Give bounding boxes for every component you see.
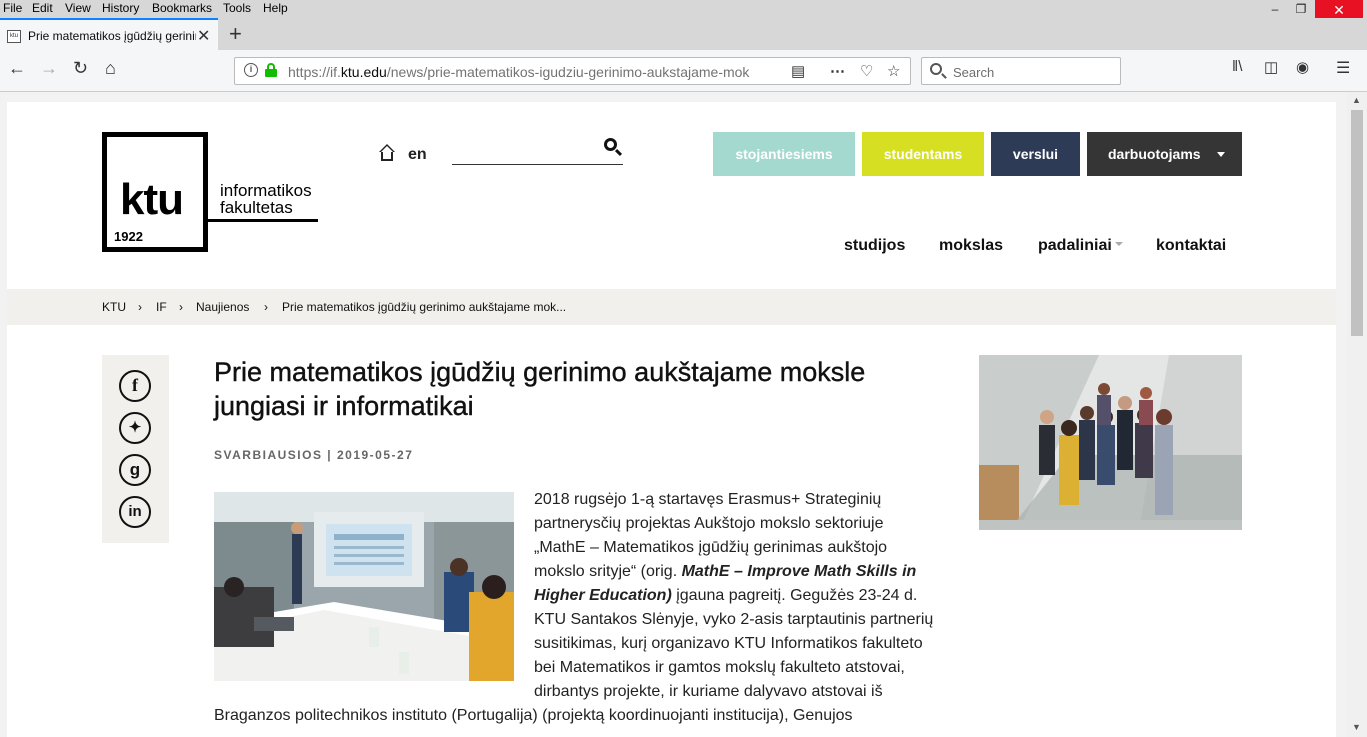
browser-search-input[interactable]: Search: [921, 57, 1121, 85]
breadcrumb-if[interactable]: IF: [156, 300, 167, 314]
twitter-icon[interactable]: ✦: [119, 412, 151, 444]
menu-bar: File Edit View History Bookmarks Tools H…: [0, 0, 1367, 20]
article-paragraph-line: susitikimas, kurį organizavo KTU Informa…: [534, 635, 923, 652]
logo-line-1: informatikos: [220, 181, 312, 200]
menu-tools[interactable]: Tools: [223, 1, 251, 15]
breadcrumb: KTU › IF › Naujienos › Prie matematikos …: [7, 289, 1336, 325]
logo-ktu-text: ktu: [120, 175, 184, 224]
article-paragraph-line: 2018 rugsėjo 1-ą startavęs Erasmus+ Stra…: [534, 491, 882, 508]
google-plus-icon[interactable]: g: [119, 454, 151, 486]
ktu-logo[interactable]: ktu 1922: [102, 132, 208, 252]
active-tab[interactable]: ktu Prie matematikos įgūdžių gerinimo au…: [0, 18, 218, 50]
studentams-button[interactable]: studentams: [862, 132, 984, 176]
article-paragraph-line: mokslo srityje“ (orig. MathE – Improve M…: [534, 560, 916, 584]
linkedin-icon[interactable]: in: [119, 496, 151, 528]
site-container: ktu 1922 informatikos fakultetas en stoj…: [7, 102, 1336, 737]
library-icon[interactable]: ‖\: [1232, 58, 1242, 75]
article-paragraph-line: KTU Santakos Slėnyje, vyko 2-asis tarpta…: [534, 611, 934, 628]
breadcrumb-separator-icon: ›: [264, 300, 268, 314]
site-home-icon[interactable]: [378, 144, 396, 162]
article-title-line-1: Prie matematikos įgūdžių gerinimo aukšta…: [214, 357, 866, 387]
article-photo-meeting[interactable]: [214, 492, 514, 681]
stojantiesiems-button[interactable]: stojantiesiems: [713, 132, 855, 176]
close-tab-icon[interactable]: ✕: [197, 26, 210, 46]
bookmark-star-icon[interactable]: ☆: [887, 62, 900, 80]
article-paragraph-line: partnerysčių projektas Aukštojo mokslo s…: [534, 515, 884, 532]
breadcrumb-naujienos[interactable]: Naujienos: [196, 300, 249, 314]
article-title-line-2: jungiasi ir informatikai: [214, 391, 474, 421]
language-switch[interactable]: en: [408, 146, 427, 164]
url-text[interactable]: https://if.ktu.edu/news/prie-matematikos…: [288, 64, 758, 80]
search-placeholder: Search: [953, 65, 995, 80]
breadcrumb-separator-icon: ›: [138, 300, 142, 314]
url-bar[interactable]: i https://if.ktu.edu/news/prie-matematik…: [234, 57, 911, 85]
sidebar-icon[interactable]: ◫: [1264, 58, 1278, 76]
article-meta: SVARBIAUSIOS | 2019-05-27: [214, 448, 414, 462]
article-title: Prie matematikos įgūdžių gerinimo aukšta…: [214, 355, 934, 423]
share-panel: f ✦ g in: [102, 355, 169, 543]
site-search-input[interactable]: [452, 132, 623, 165]
logo-year: 1922: [114, 229, 143, 244]
chevron-down-icon: [1114, 241, 1123, 246]
scroll-down-icon[interactable]: ▼: [1352, 722, 1361, 732]
nav-padaliniai[interactable]: padaliniai: [1038, 237, 1123, 255]
nav-mokslas[interactable]: mokslas: [939, 237, 1003, 255]
logo-faculty-name: informatikos fakultetas: [220, 182, 312, 216]
paragraph-text: įgauna pagreitį. Gegužės 23-24 d.: [671, 587, 918, 604]
menu-view[interactable]: View: [65, 1, 91, 15]
sidebar-photo-group[interactable]: [979, 355, 1242, 530]
breadcrumb-separator-icon: ›: [179, 300, 183, 314]
minimize-button[interactable]: –: [1261, 0, 1289, 18]
project-name-emphasis: MathE – Improve Math Skills in: [681, 563, 917, 580]
logo-underline: [208, 219, 318, 222]
menu-help[interactable]: Help: [263, 1, 288, 15]
darbuotojams-button[interactable]: darbuotojams: [1087, 132, 1242, 176]
article-paragraph-line: Higher Education) įgauna pagreitį. Geguž…: [534, 584, 917, 608]
vertical-scrollbar[interactable]: ▲ ▼: [1347, 92, 1367, 737]
forward-icon[interactable]: →: [40, 58, 58, 79]
menu-edit[interactable]: Edit: [32, 1, 53, 15]
search-icon: [930, 63, 942, 75]
restore-button[interactable]: ❐: [1287, 0, 1315, 18]
home-icon[interactable]: ⌂: [105, 58, 116, 79]
nav-studijos[interactable]: studijos: [844, 237, 905, 255]
menu-file[interactable]: File: [3, 1, 22, 15]
article-paragraph-line: Braganzos politechnikos instituto (Portu…: [214, 707, 853, 724]
pocket-icon[interactable]: ♡: [860, 62, 873, 80]
nav-kontaktai[interactable]: kontaktai: [1156, 237, 1226, 255]
back-icon[interactable]: ←: [8, 58, 26, 79]
page-viewport: ktu 1922 informatikos fakultetas en stoj…: [0, 92, 1347, 737]
account-icon[interactable]: ◉: [1296, 58, 1309, 76]
reader-view-icon[interactable]: ▤: [791, 62, 805, 80]
project-name-emphasis: Higher Education): [534, 587, 672, 604]
article-paragraph-line: bei Matematikos ir gamtos mokslų fakulte…: [534, 659, 905, 676]
nav-padaliniai-label: padaliniai: [1038, 237, 1112, 254]
scrollbar-thumb[interactable]: [1351, 110, 1363, 336]
article-paragraph-line: „MathE – Matematikos įgūdžių gerinimas a…: [534, 539, 888, 556]
logo-line-2: fakultetas: [220, 198, 293, 217]
hamburger-menu-icon[interactable]: ☰: [1336, 58, 1350, 78]
menu-bookmarks[interactable]: Bookmarks: [152, 1, 212, 15]
reload-icon[interactable]: ↻: [73, 58, 88, 79]
menu-history[interactable]: History: [102, 1, 139, 15]
ktu-favicon-icon: ktu: [7, 30, 21, 43]
tab-title: Prie matematikos įgūdžių gerinimo aukšt.…: [28, 29, 196, 43]
paragraph-text: mokslo srityje“ (orig.: [534, 563, 682, 580]
page-actions-icon[interactable]: ⋯: [830, 62, 845, 80]
article-paragraph-line: dirbantys projekte, ir kuriame dalyvavo …: [534, 683, 883, 700]
site-search-icon[interactable]: [604, 138, 617, 151]
verslui-button[interactable]: verslui: [991, 132, 1080, 176]
new-tab-icon[interactable]: +: [229, 21, 242, 47]
lock-icon: [265, 63, 277, 77]
darbuotojams-label: darbuotojams: [1108, 146, 1201, 162]
site-info-icon[interactable]: i: [244, 63, 258, 77]
nav-bar: ← → ↻ ⌂ i https://if.ktu.edu/news/prie-m…: [0, 50, 1367, 92]
tab-bar: ktu Prie matematikos įgūdžių gerinimo au…: [0, 18, 1367, 50]
facebook-icon[interactable]: f: [119, 370, 151, 402]
close-window-button[interactable]: ✕: [1315, 0, 1363, 20]
breadcrumb-ktu[interactable]: KTU: [102, 300, 126, 314]
scroll-up-icon[interactable]: ▲: [1352, 95, 1361, 105]
breadcrumb-current: Prie matematikos įgūdžių gerinimo aukšta…: [282, 300, 567, 314]
dropdown-caret-icon: [1217, 152, 1225, 157]
